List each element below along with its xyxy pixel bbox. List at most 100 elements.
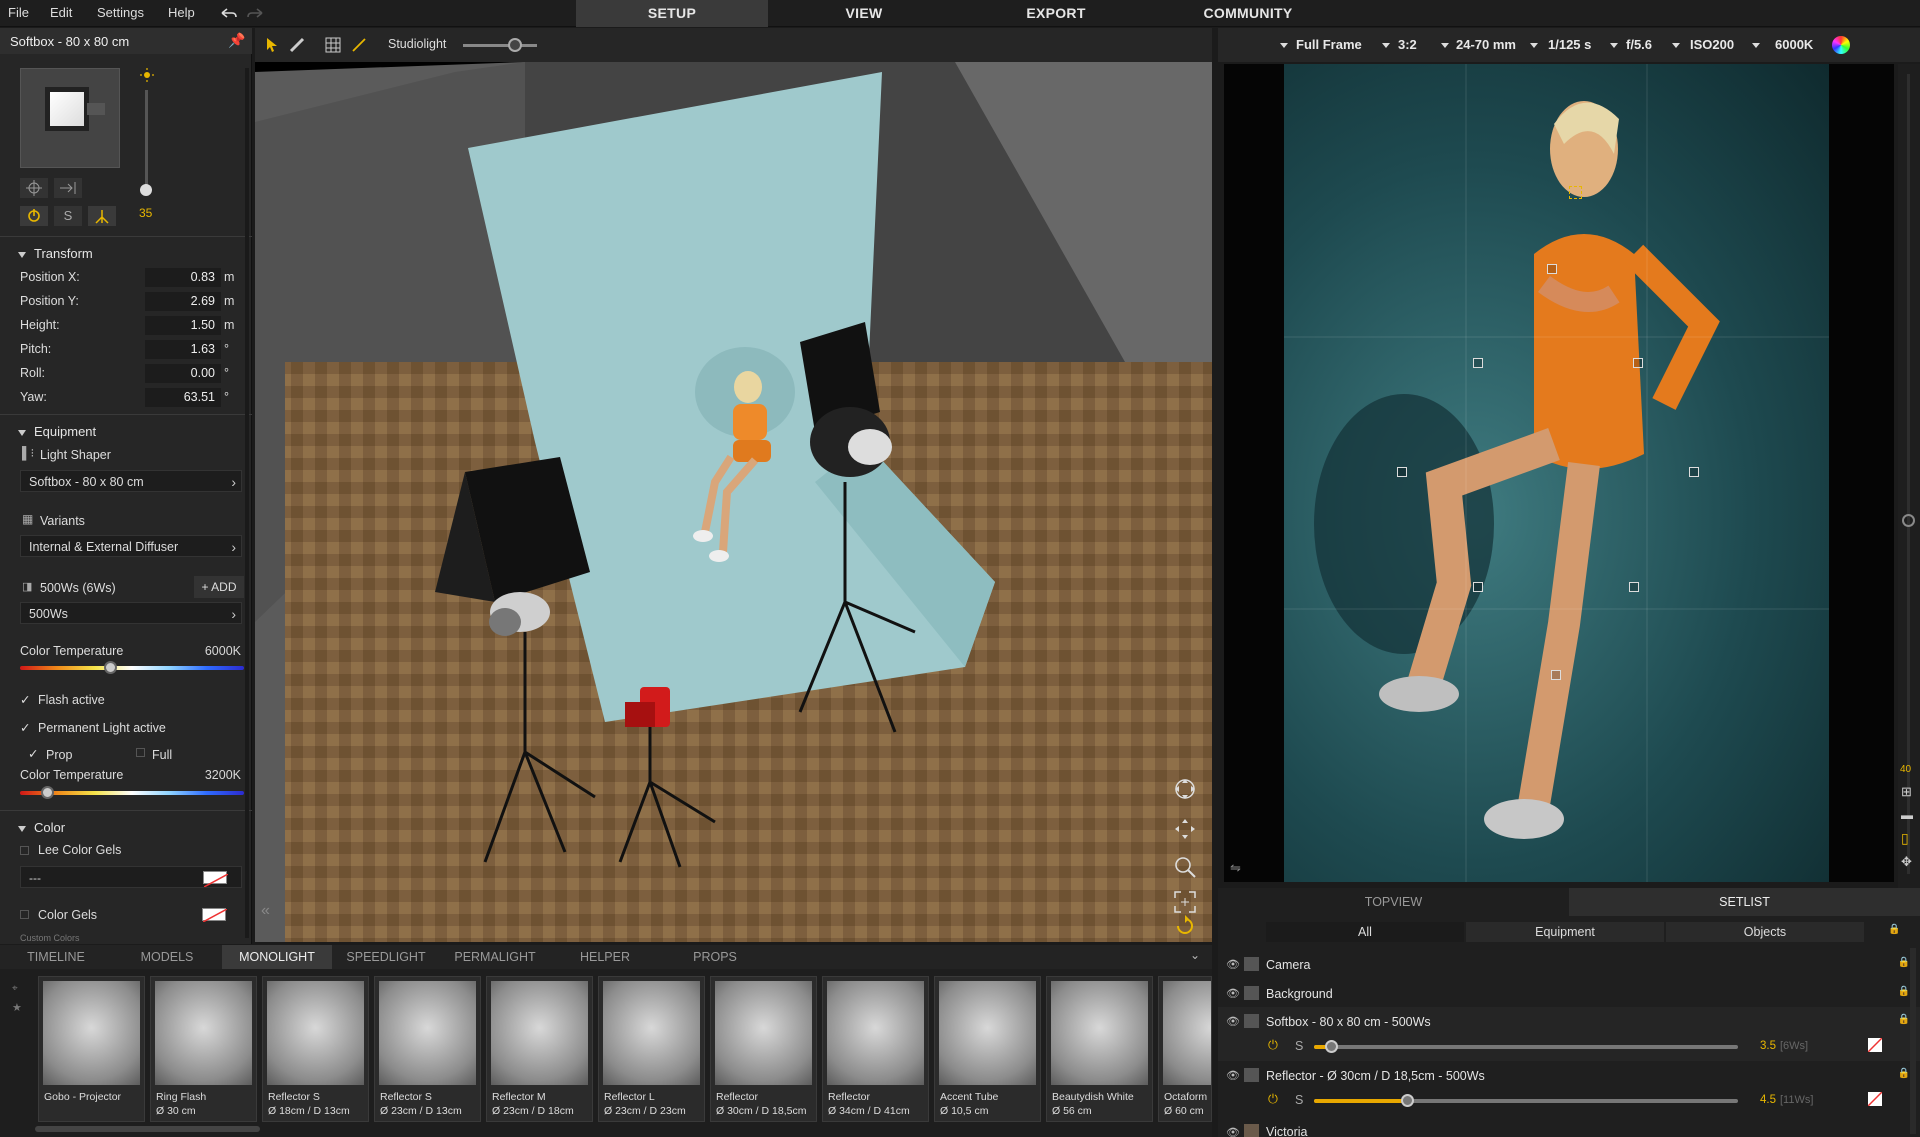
focus-point[interactable] [1547, 264, 1557, 274]
yaw-field[interactable]: 63.51 [145, 388, 221, 407]
collapse-down-icon[interactable]: ⌄ [1190, 948, 1200, 962]
filter-all[interactable]: All [1266, 922, 1464, 942]
solo-button[interactable]: S [54, 206, 82, 226]
viewport-3d[interactable]: « [255, 62, 1212, 942]
power-icon[interactable]: ⏻ [1268, 1038, 1278, 1053]
panel-scrollbar[interactable] [245, 68, 249, 938]
shutter-caret-icon[interactable] [1530, 43, 1538, 48]
focus-point[interactable] [1397, 467, 1407, 477]
histogram-icon[interactable]: ▬ [1901, 808, 1913, 822]
shelf-item[interactable]: ⌂★Reflector MØ 23cm / D 18cm [486, 976, 593, 1122]
tab-topview[interactable]: TOPVIEW [1218, 888, 1569, 916]
power-slider[interactable] [1314, 1045, 1738, 1049]
transform-header[interactable]: Transform [18, 246, 93, 261]
shelf-item[interactable]: ⌂★Gobo - Projector [38, 976, 145, 1122]
position-x-field[interactable]: 0.83 [145, 268, 221, 287]
color-header[interactable]: Color [18, 820, 65, 835]
navigate-icon[interactable]: ✥ [1901, 854, 1912, 870]
lee-gels-checkbox[interactable] [20, 846, 29, 855]
perm-light-checkbox[interactable]: ✓ [20, 720, 30, 735]
color-gels-checkbox[interactable] [20, 910, 29, 919]
prop-checkbox[interactable]: ✓ [28, 746, 38, 761]
undo-icon[interactable] [218, 6, 238, 20]
shelf-item[interactable]: ⌂★ReflectorØ 34cm / D 41cm [822, 976, 929, 1122]
setlist-item-model[interactable]: 👁 Victoria [1218, 1118, 1920, 1137]
menu-file[interactable]: File [8, 5, 29, 20]
lock-icon[interactable]: 🔒 [1898, 1014, 1910, 1025]
light-shaper-dropdown[interactable]: Softbox - 80 x 80 cm [20, 470, 242, 493]
tab-helper[interactable]: HELPER [550, 945, 660, 969]
color-gels-swatch[interactable] [202, 908, 228, 923]
setlist-item-camera[interactable]: 👁 Camera 🔒 [1218, 950, 1920, 978]
tab-community[interactable]: COMMUNITY [1152, 0, 1344, 27]
studiolight-knob[interactable] [508, 38, 522, 52]
menu-edit[interactable]: Edit [50, 5, 72, 20]
favorites-star-icon[interactable]: ★ [12, 1001, 22, 1014]
color-temp-slider[interactable] [20, 666, 244, 670]
visibility-icon[interactable]: 👁 [1226, 1069, 1240, 1082]
line-tool-icon[interactable] [351, 37, 367, 53]
swap-icon[interactable]: ⇋ [1230, 860, 1241, 876]
lens[interactable]: 24-70 mm [1456, 37, 1516, 52]
tab-models[interactable]: MODELS [112, 945, 222, 969]
menu-help[interactable]: Help [168, 5, 195, 20]
variants-dropdown[interactable]: Internal & External Diffuser [20, 535, 242, 558]
power-icon[interactable]: ⏻ [1268, 1092, 1278, 1107]
visibility-icon[interactable]: 👁 [1226, 987, 1240, 1000]
focus-point[interactable] [1473, 358, 1483, 368]
zoom-icon[interactable] [1173, 855, 1197, 879]
orbit-icon[interactable] [1173, 777, 1197, 801]
reset-view-icon[interactable] [1173, 914, 1197, 938]
favorites-pin-icon[interactable]: ⌖ [12, 983, 18, 994]
shelf-item[interactable]: ⌂★Accent TubeØ 10,5 cm [934, 976, 1041, 1122]
iso-caret-icon[interactable] [1672, 43, 1680, 48]
tab-props[interactable]: PROPS [660, 945, 770, 969]
tab-speedlight[interactable]: SPEEDLIGHT [332, 945, 440, 969]
measure-icon[interactable] [289, 37, 305, 53]
setlist-scrollbar[interactable] [1910, 948, 1916, 1134]
active-focus-point[interactable] [1569, 186, 1582, 199]
studiolight-slider[interactable] [463, 44, 537, 47]
gel-swatch[interactable] [1867, 1091, 1883, 1107]
stand-icon[interactable] [88, 206, 116, 226]
color-wheel-icon[interactable] [1832, 36, 1850, 54]
white-balance[interactable]: 6000K [1775, 37, 1813, 52]
focus-point[interactable] [1689, 467, 1699, 477]
aperture-caret-icon[interactable] [1610, 43, 1618, 48]
solo-toggle[interactable]: S [1295, 1039, 1303, 1053]
color-temp2-knob[interactable] [40, 786, 54, 799]
tab-timeline[interactable]: TIMELINE [0, 945, 112, 969]
visibility-icon[interactable]: 👁 [1226, 1126, 1240, 1137]
fit-view-icon[interactable] [1173, 890, 1197, 914]
sensor-format[interactable]: Full Frame [1296, 37, 1362, 52]
pin-icon[interactable]: 📌 [228, 32, 245, 49]
color-temp-knob[interactable] [103, 661, 117, 674]
shelf-scrollbar[interactable] [35, 1126, 260, 1132]
focus-point[interactable] [1473, 582, 1483, 592]
move-icon[interactable] [54, 178, 82, 198]
lock-icon[interactable]: 🔒 [1898, 986, 1910, 997]
pan-icon[interactable] [1173, 817, 1197, 841]
tab-setup[interactable]: SETUP [576, 0, 768, 27]
power-slider-knob[interactable] [1401, 1094, 1415, 1107]
height-field[interactable]: 1.50 [145, 316, 221, 335]
shelf-item[interactable]: ⌂★Ring FlashØ 30 cm [150, 976, 257, 1122]
collapse-left-icon[interactable]: « [261, 902, 270, 920]
equipment-header[interactable]: Equipment [18, 424, 96, 439]
setlist-item-reflector[interactable]: 👁 Reflector - Ø 30cm / D 18,5cm - 500Ws … [1218, 1061, 1920, 1115]
add-flash-button[interactable]: + ADD [194, 576, 244, 598]
filter-objects[interactable]: Objects [1666, 922, 1864, 942]
focus-point[interactable] [1551, 670, 1561, 680]
flash-active-checkbox[interactable]: ✓ [20, 692, 30, 707]
lock-all-icon[interactable]: 🔒 [1888, 924, 1900, 935]
lock-icon[interactable]: 🔒 [1898, 1068, 1910, 1079]
filter-equipment[interactable]: Equipment [1466, 922, 1664, 942]
tab-export[interactable]: EXPORT [960, 0, 1152, 27]
setlist-item-softbox[interactable]: 👁 Softbox - 80 x 80 cm - 500Ws 🔒 ⏻ S 3.5… [1218, 1007, 1920, 1061]
tab-view[interactable]: VIEW [768, 0, 960, 27]
aspect-ratio[interactable]: 3:2 [1398, 37, 1417, 52]
solo-toggle[interactable]: S [1295, 1093, 1303, 1107]
camera-preview[interactable]: ⇋ [1224, 64, 1894, 882]
visibility-icon[interactable]: 👁 [1226, 958, 1240, 971]
lee-gels-dropdown[interactable]: --- [20, 866, 242, 888]
